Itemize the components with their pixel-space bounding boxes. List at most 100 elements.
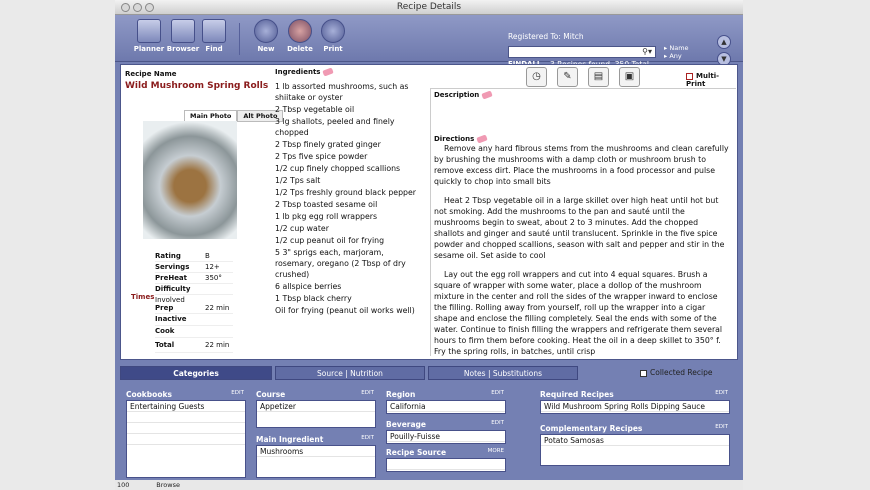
edit-button[interactable]: EDIT — [491, 390, 504, 396]
edit-button[interactable]: EDIT — [231, 390, 244, 396]
list-item: 3 lg shallots, peeled and finely chopped — [275, 117, 395, 137]
collected-recipe-checkbox[interactable]: Collected Recipe — [640, 366, 738, 380]
title-bar: Recipe Details — [115, 0, 743, 15]
stat-row: Servings 12+ — [155, 262, 233, 273]
beverage-box: Beverage EDIT Pouilly-Fuisse — [386, 420, 506, 444]
list-item: 1 lb pkg egg roll wrappers — [275, 212, 378, 221]
list-item[interactable]: California — [387, 401, 505, 412]
edit-button[interactable]: EDIT — [715, 390, 728, 396]
list-item: 1/2 cup peanut oil for frying — [275, 236, 385, 245]
print-button[interactable]: Print — [315, 19, 351, 53]
edit-button[interactable]: EDIT — [361, 435, 374, 441]
search-scope[interactable]: ▸ Name ▸ Any — [664, 44, 689, 60]
up-arrow-icon[interactable]: ▲ — [717, 35, 731, 49]
edit-button[interactable]: EDIT — [715, 424, 728, 430]
list-item: 5 3" sprigs each, marjoram, rosemary, or… — [275, 248, 406, 279]
course-label: Course — [256, 390, 286, 399]
note-icon[interactable] — [481, 90, 494, 100]
recipe-stats: Rating B Servings 12+ PreHeat 350° Difficul… — [155, 251, 233, 353]
list-item[interactable]: Entertaining Guests — [127, 401, 245, 412]
list-item[interactable]: Pouilly-Fuisse — [387, 431, 505, 442]
zoom-button[interactable] — [145, 3, 154, 12]
directions-text[interactable]: Remove any hard fibrous stems from the m… — [434, 143, 730, 365]
list-item: 1/2 Tps salt — [275, 176, 321, 185]
complementary-recipes-list[interactable]: Potato Samosas — [540, 434, 730, 466]
edit-icon[interactable]: ✎ — [557, 67, 578, 87]
list-item: 1 lb assorted mushrooms, such as shiitak… — [275, 82, 409, 102]
recipe-photo[interactable] — [143, 121, 237, 239]
tab-notes-substitutions[interactable]: Notes | Substitutions — [428, 366, 578, 380]
recipe-name[interactable]: Wild Mushroom Spring Rolls — [125, 81, 268, 91]
zoom-level[interactable]: 100 — [117, 481, 129, 489]
region-list[interactable]: California — [386, 400, 506, 414]
list-item[interactable]: Appetizer — [257, 401, 375, 412]
list-item: 2 Tbsp finely grated ginger — [275, 140, 381, 149]
more-button[interactable]: MORE — [488, 448, 504, 454]
desktop-right — [743, 0, 870, 490]
recipe-source-box: Recipe Source MORE — [386, 448, 506, 472]
list-item: 2 Tps five spice powder — [275, 152, 368, 161]
required-recipes-label: Required Recipes — [540, 390, 614, 399]
region-label: Region — [386, 390, 416, 399]
mode-indicator[interactable]: Browse — [156, 481, 180, 489]
desktop-left — [0, 0, 115, 490]
ingredients-label: Ingredients — [275, 67, 335, 77]
beverage-list[interactable]: Pouilly-Fuisse — [386, 430, 506, 444]
list-item[interactable]: Potato Samosas — [541, 435, 729, 446]
multi-print-checkbox[interactable]: Multi-Print — [686, 72, 737, 88]
description-label: Description — [434, 90, 494, 100]
time-row: Prep 22 min — [155, 303, 233, 314]
note-icon[interactable] — [322, 67, 335, 77]
recipe-panel: Recipe Name Wild Mushroom Spring Rolls M… — [120, 64, 738, 360]
main-ingredient-list[interactable]: Mushrooms — [256, 445, 376, 478]
time-row: Cook — [155, 326, 233, 338]
course-box: Course EDIT Appetizer — [256, 390, 376, 428]
search-input[interactable]: ⚲▾ — [508, 46, 656, 58]
cookbooks-list[interactable]: Entertaining Guests — [126, 400, 246, 478]
stat-row: DifficultyInvolved — [155, 284, 233, 304]
list-item — [127, 423, 245, 434]
direction-step: Remove any hard fibrous stems from the m… — [434, 144, 729, 186]
toolbar-divider — [239, 23, 240, 55]
directions-label: Directions — [434, 134, 488, 144]
delete-button[interactable]: Delete — [282, 19, 318, 53]
region-box: Region EDIT California — [386, 390, 506, 414]
timer-icon[interactable]: ◷ — [526, 67, 547, 87]
tab-categories[interactable]: Categories — [120, 366, 272, 380]
stat-row: Rating B — [155, 251, 233, 262]
card-icon[interactable]: ▤ — [588, 67, 609, 87]
list-item[interactable]: Mushrooms — [257, 446, 375, 457]
edit-button[interactable]: EDIT — [361, 390, 374, 396]
checkbox-icon — [686, 72, 693, 80]
list-item[interactable]: Wild Mushroom Spring Rolls Dipping Sauce — [541, 401, 729, 412]
edit-button[interactable]: EDIT — [491, 420, 504, 426]
minimize-button[interactable] — [133, 3, 142, 12]
list-item: 1/2 Tps freshly ground black pepper — [275, 188, 417, 197]
find-icon — [202, 19, 226, 43]
tab-source-nutrition[interactable]: Source | Nutrition — [275, 366, 425, 380]
main-ingredient-label: Main Ingredient — [256, 435, 324, 444]
cookbooks-label: Cookbooks — [126, 390, 172, 399]
stat-row: PreHeat 350° — [155, 273, 233, 284]
required-recipes-box: Required Recipes EDIT Wild Mushroom Sprin… — [540, 390, 730, 414]
required-recipes-list[interactable]: Wild Mushroom Spring Rolls Dipping Sauce — [540, 400, 730, 414]
ingredients-list[interactable]: 1 lb assorted mushrooms, such as shiitak… — [275, 81, 417, 317]
detail-tabs: Categories Source | Nutrition Notes | Su… — [120, 366, 738, 380]
time-row: Inactive — [155, 314, 233, 326]
list-item — [127, 434, 245, 445]
close-button[interactable] — [121, 3, 130, 12]
course-list[interactable]: Appetizer — [256, 400, 376, 428]
list-item: Oil for frying (peanut oil works well) — [275, 306, 415, 315]
delete-icon — [288, 19, 312, 43]
new-button[interactable]: New — [248, 19, 284, 53]
direction-step: Lay out the egg roll wrappers and cut in… — [434, 270, 723, 356]
list-item: 1 Tbsp black cherry — [275, 294, 352, 303]
list-item: 6 allspice berries — [275, 282, 342, 291]
recipe-name-label: Recipe Name — [125, 70, 177, 78]
list-item: 2 Tbsp toasted sesame oil — [275, 200, 378, 209]
recipe-source-list[interactable] — [386, 458, 506, 472]
planner-button[interactable]: Planner — [131, 19, 167, 53]
find-button[interactable]: Find — [196, 19, 232, 53]
search-icon[interactable]: ⚲▾ — [642, 47, 652, 56]
layout-icon[interactable]: ▣ — [619, 67, 640, 87]
